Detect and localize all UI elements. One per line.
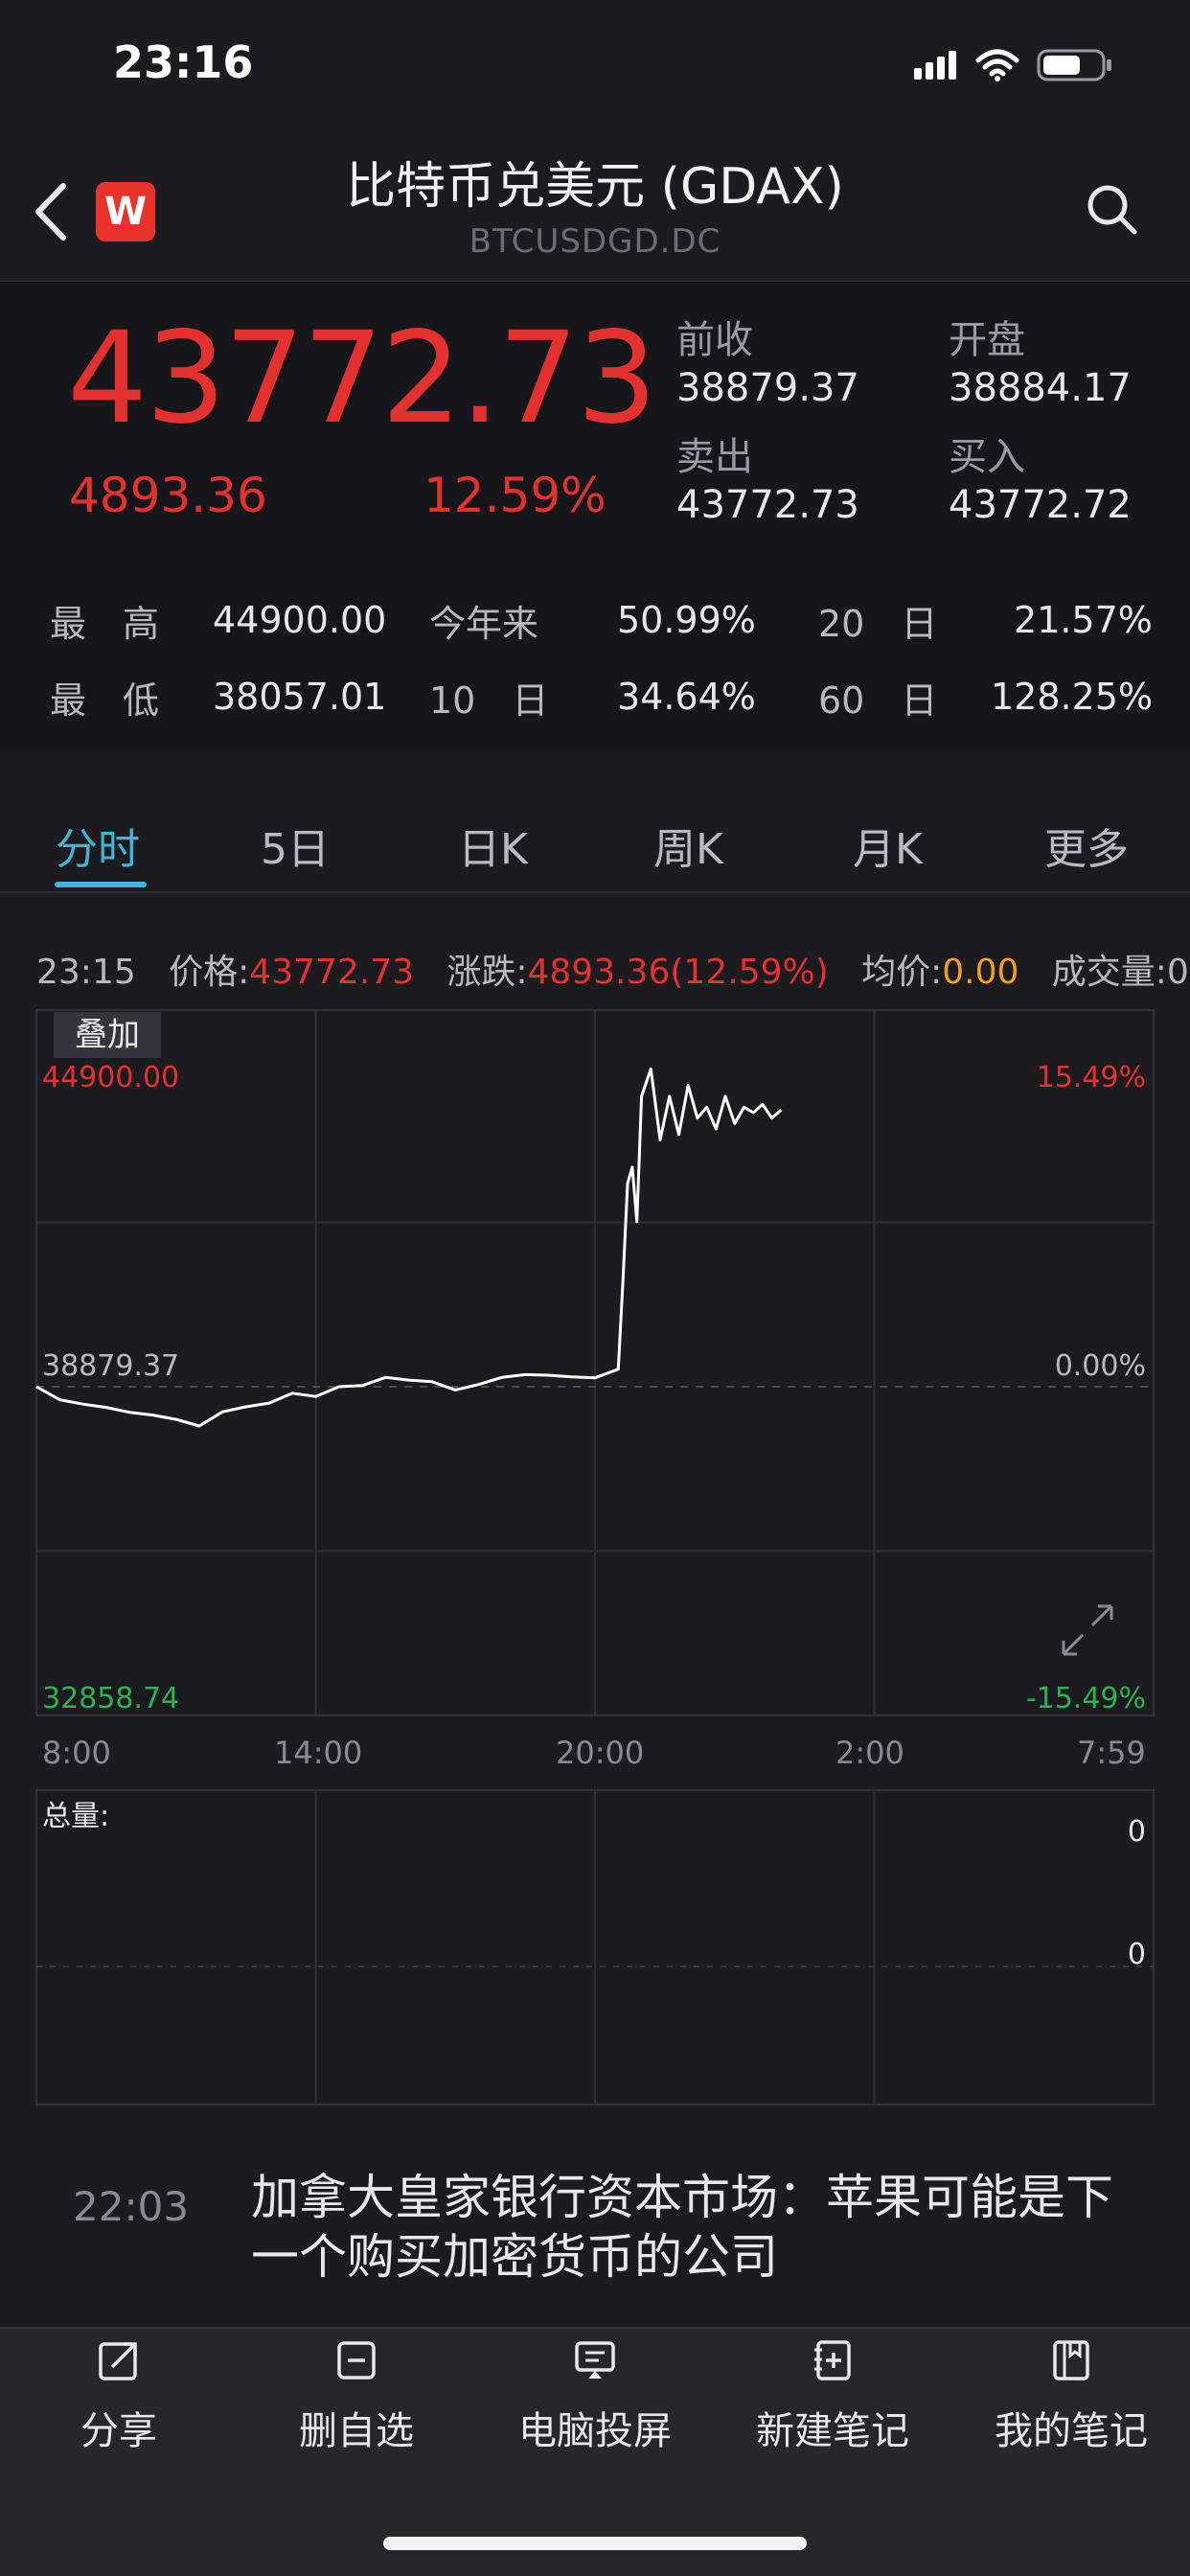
x-tick-0: 8:00 [42, 1735, 111, 1771]
open-value: 38884.17 [949, 366, 1132, 410]
status-time: 23:16 [113, 36, 254, 88]
remove-watchlist-icon [337, 2341, 376, 2380]
new-note-icon [814, 2340, 851, 2380]
ask-label: 卖出 [676, 435, 753, 479]
last-price: 43772.73 [67, 305, 657, 452]
x-tick-4: 7:59 [1077, 1735, 1146, 1771]
info-avg: 0.00 [942, 953, 1019, 992]
prev-close-value: 38879.37 [676, 366, 859, 410]
chart-tabs [0, 805, 1190, 893]
new-note-label: 新建笔记 [756, 2409, 909, 2453]
y-label-right-1: 0.00% [1055, 1349, 1146, 1383]
search-icon[interactable] [1083, 180, 1140, 238]
my-notes-icon [1053, 2340, 1089, 2380]
page: 23:16 W 比特币兑美元 (GDAX) BTCUSDGD.DC 43772.… [0, 0, 1190, 2576]
news-time: 22:03 [73, 2183, 190, 2230]
ytd-label: 今年来 [429, 603, 539, 645]
screen-cast-button[interactable]: 电脑投屏 [499, 2338, 691, 2455]
new-note-button[interactable]: 新建笔记 [737, 2338, 928, 2455]
bid-value: 43772.72 [949, 483, 1132, 527]
open-label: 开盘 [949, 318, 1025, 362]
info-change-label: 涨跌: [446, 953, 528, 992]
d60-value: 128.25% [991, 676, 1154, 718]
cellular-signal-icon [914, 51, 956, 80]
y-label-right-0: 15.49% [1037, 1061, 1146, 1094]
page-subtitle: BTCUSDGD.DC [469, 222, 721, 261]
y-label-right-2: -15.49% [1026, 1682, 1146, 1715]
tab-intraday[interactable]: 分时 [56, 815, 140, 876]
screen-cast-icon [575, 2341, 615, 2379]
intraday-chart[interactable]: 44900.00 38879.37 32858.74 15.49% 0.00% -15.4… [0, 1006, 1190, 2108]
expand-icon[interactable] [1062, 1604, 1113, 1656]
d60-label: 60 日 [818, 679, 938, 722]
remove-watchlist-button[interactable]: 删自选 [261, 2338, 452, 2455]
ytd-value: 50.99% [617, 599, 756, 641]
screen-cast-label: 电脑投屏 [518, 2409, 672, 2453]
x-tick-1: 14:00 [274, 1735, 363, 1771]
low-label: 最 低 [50, 679, 160, 722]
share-label: 分享 [80, 2409, 157, 2453]
info-time: 23:15 [36, 953, 136, 992]
info-price: 43772.73 [249, 953, 415, 992]
x-tick-3: 2:00 [835, 1735, 904, 1771]
crosshair-info: 23:15 价格:43772.73 涨跌:4893.36(12.59%) 均价:… [36, 944, 1189, 994]
bid-label: 买入 [949, 435, 1025, 479]
x-tick-2: 20:00 [556, 1735, 645, 1771]
tab-more[interactable]: 更多 [1044, 815, 1129, 876]
volume-tick-top: 0 [1127, 1815, 1146, 1849]
y-label-left-1: 38879.37 [42, 1349, 179, 1383]
d20-value: 21.57% [1014, 599, 1153, 641]
my-notes-button[interactable]: 我的笔记 [975, 2338, 1167, 2455]
tab-daily-k[interactable]: 日K [458, 815, 528, 876]
info-avg-label: 均价: [861, 953, 943, 992]
home-indicator [383, 2537, 807, 2550]
info-change: 4893.36(12.59%) [527, 953, 829, 992]
tab-weekly-k[interactable]: 周K [653, 815, 723, 876]
status-icons [914, 48, 1113, 82]
share-button[interactable]: 分享 [23, 2338, 215, 2455]
active-tab-indicator [55, 882, 147, 887]
d20-label: 20 日 [818, 603, 938, 645]
d10-label: 10 日 [429, 679, 549, 722]
tab-monthly-k[interactable]: 月K [853, 815, 923, 876]
volume-label: 总量: [42, 1800, 110, 1833]
volume-tick-bottom: 0 [1127, 1938, 1146, 1971]
share-icon [99, 2342, 137, 2380]
info-volume: 0 [1166, 953, 1189, 992]
stats-panel [0, 569, 1190, 751]
wifi-icon [975, 49, 1019, 81]
info-price-label: 价格: [169, 953, 250, 992]
y-label-left-2: 32858.74 [42, 1682, 179, 1715]
low-value: 38057.01 [213, 676, 387, 718]
price-change-pct: 12.59% [423, 468, 606, 523]
d10-value: 34.64% [617, 676, 756, 718]
my-notes-label: 我的笔记 [995, 2409, 1148, 2453]
news-headline[interactable]: 加拿大皇家银行资本市场：苹果可能是下一个购买加密货币的公司 [251, 2168, 1133, 2287]
page-title: 比特币兑美元 (GDAX) [346, 158, 844, 216]
prev-close-label: 前收 [676, 318, 753, 362]
tab-5day[interactable]: 5日 [261, 815, 330, 876]
ask-value: 43772.73 [676, 483, 859, 527]
battery-icon [1037, 49, 1111, 81]
y-label-left-0: 44900.00 [42, 1061, 179, 1094]
high-label: 最 高 [50, 603, 160, 645]
high-value: 44900.00 [213, 599, 387, 641]
price-change: 4893.36 [69, 468, 267, 523]
info-volume-label: 成交量: [1051, 953, 1167, 992]
overlay-button[interactable]: 叠加 [54, 1012, 161, 1058]
remove-watchlist-label: 删自选 [299, 2409, 414, 2453]
